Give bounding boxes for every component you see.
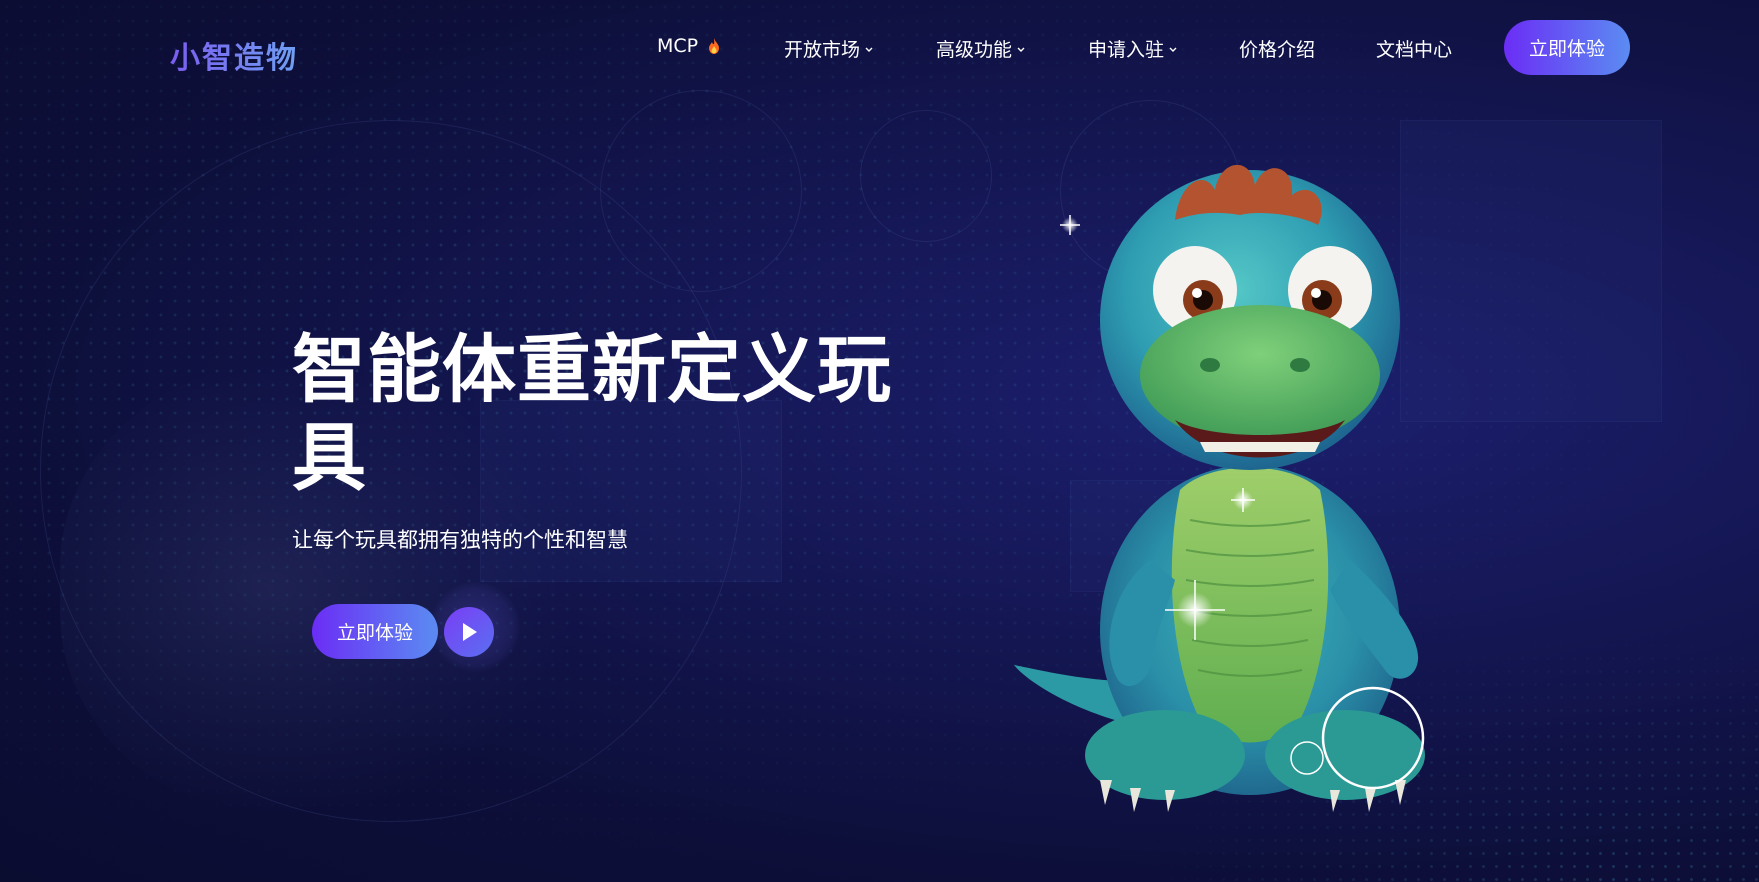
nav-item-advanced-features[interactable]: 高级功能 <box>936 35 1026 62</box>
background-ring <box>860 110 992 242</box>
play-icon <box>463 623 477 641</box>
dinosaur-mascot-illustration <box>1014 164 1425 812</box>
top-nav: 小智造物 MCP 开放市场 高级功能 申请入驻 价格介绍 文档中心 立即体验 <box>0 0 1759 96</box>
hero-title: 智能体重新定义玩具 <box>292 327 892 501</box>
dino-snout <box>1140 305 1380 445</box>
nav-item-pricing[interactable]: 价格介绍 <box>1239 35 1315 62</box>
play-video-button[interactable] <box>444 607 494 657</box>
chevron-down-icon <box>1169 47 1177 52</box>
nav-item-label: 文档中心 <box>1376 39 1453 61</box>
site-logo[interactable]: 小智造物 <box>170 33 298 77</box>
hero-try-now-button[interactable]: 立即体验 <box>312 604 438 659</box>
background-ring <box>600 90 802 292</box>
nav-item-label: 价格介绍 <box>1239 39 1316 61</box>
nav-item-open-market[interactable]: 开放市场 <box>784 35 874 62</box>
flame-icon <box>709 38 720 54</box>
nav-item-label: 高级功能 <box>936 39 1013 61</box>
nav-item-docs[interactable]: 文档中心 <box>1376 35 1452 62</box>
hero-subtitle: 让每个玩具都拥有独特的个性和智慧 <box>292 528 628 552</box>
nav-item-mcp[interactable]: MCP <box>657 35 720 57</box>
chevron-down-icon <box>865 47 873 52</box>
nav-item-label: MCP <box>657 35 699 57</box>
try-now-button[interactable]: 立即体验 <box>1504 20 1630 75</box>
nav-item-label: 开放市场 <box>784 39 861 61</box>
nav-item-label: 申请入驻 <box>1088 39 1165 61</box>
nav-item-apply[interactable]: 申请入驻 <box>1088 35 1178 62</box>
chevron-down-icon <box>1017 47 1025 52</box>
